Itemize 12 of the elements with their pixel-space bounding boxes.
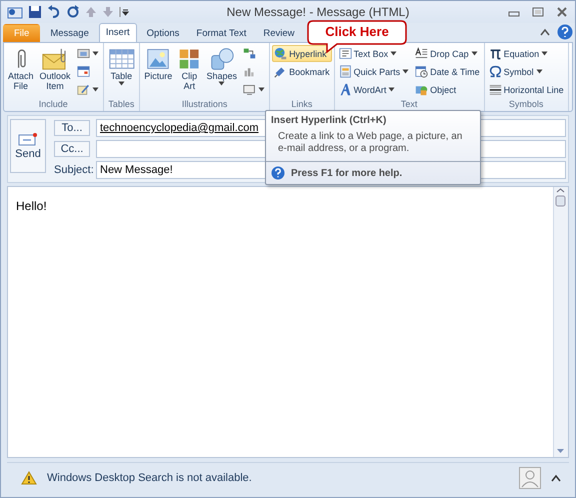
group-label: Illustrations <box>180 98 228 111</box>
tooltip-help-text: Press F1 for more help. <box>291 168 402 178</box>
group-label: Symbols <box>508 98 544 111</box>
tooltip-title: Insert Hyperlink (Ctrl+K) <box>270 114 388 128</box>
tooltip-text: Create a link to a Web page, a picture, an e-mail address, or a program. <box>277 130 464 156</box>
group-label: Links <box>290 98 314 111</box>
group-label: Include <box>38 98 69 111</box>
status-message: Windows Desktop Search is not available. <box>47 472 253 484</box>
group-label: Text <box>400 98 418 111</box>
callout-text: Click Here <box>324 24 390 39</box>
group-label: Tables <box>107 98 136 111</box>
window-title: New Message! - Message (HTML) <box>226 5 410 19</box>
